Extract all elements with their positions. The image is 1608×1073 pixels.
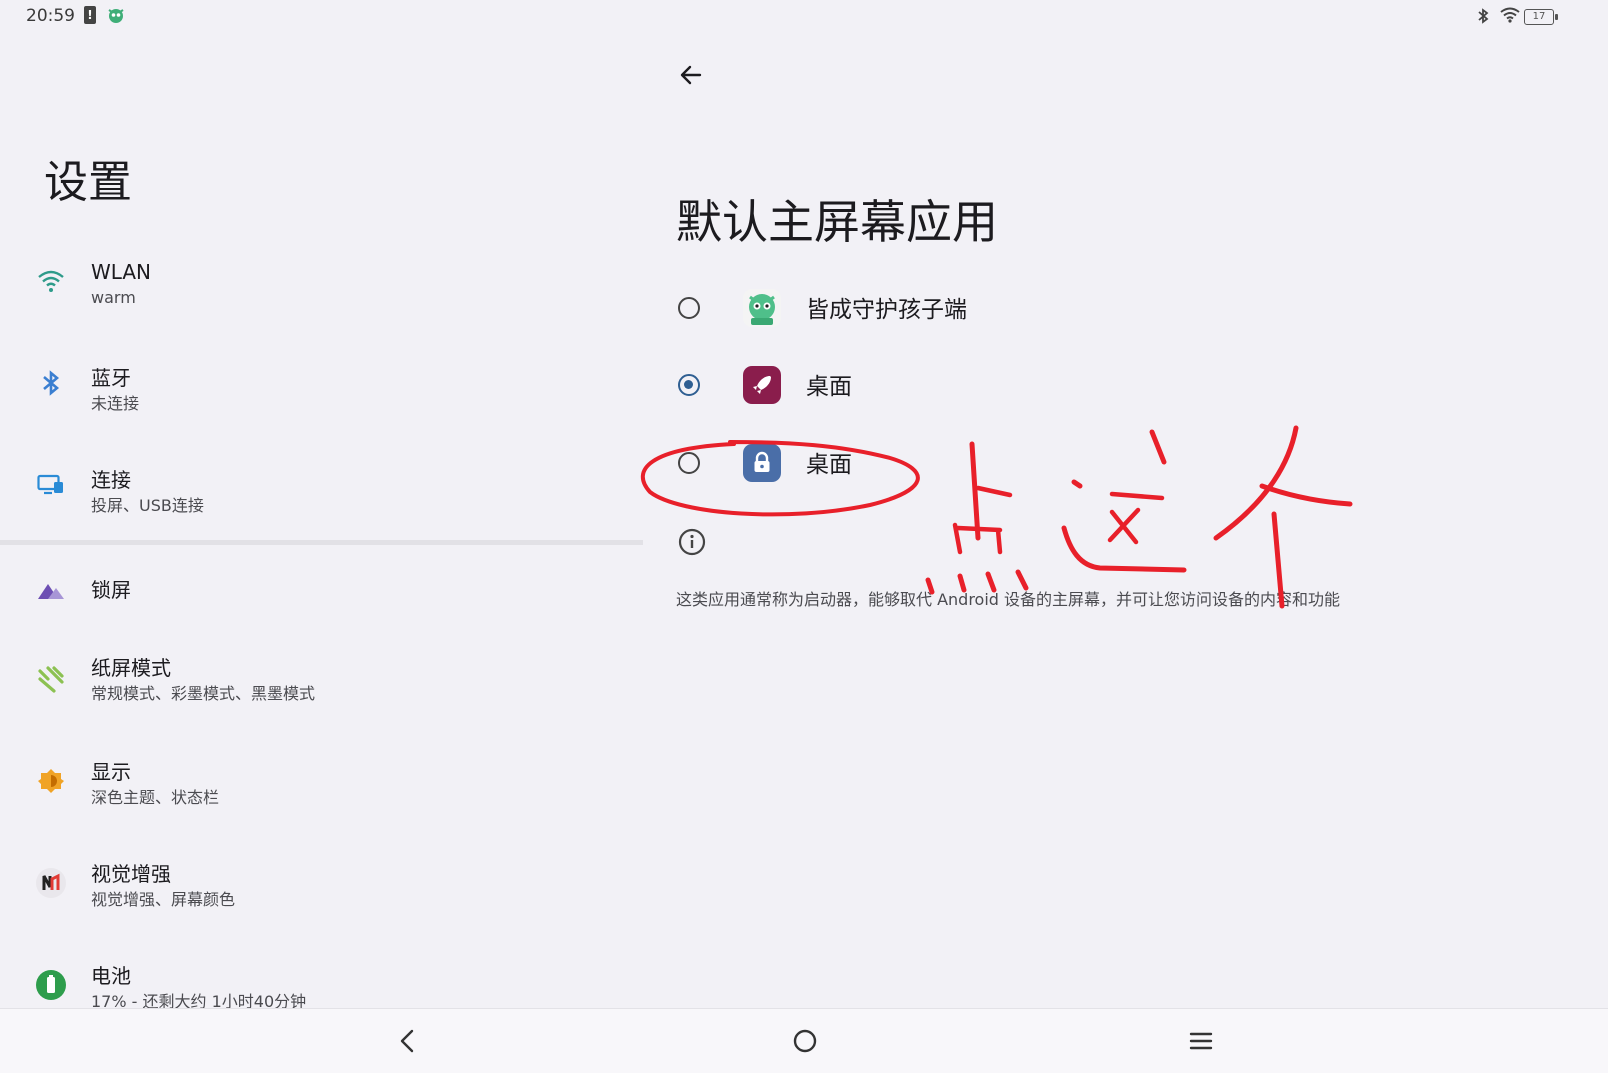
lock-launcher-icon <box>743 444 781 482</box>
radio-button[interactable] <box>678 452 700 474</box>
screen-cast-icon <box>34 468 68 502</box>
settings-title: 设置 <box>44 157 132 208</box>
sidebar-item-label: WLAN <box>91 260 152 284</box>
rocket-launcher-icon <box>743 366 781 404</box>
lock-screen-icon <box>34 574 68 608</box>
sidebar-item-sub: 投屏、USB连接 <box>91 496 204 515</box>
paper-mode-icon <box>34 662 68 696</box>
sidebar-item-sub: 常规模式、彩墨模式、黑墨模式 <box>91 684 316 703</box>
guardian-kid-app-icon <box>743 289 781 327</box>
bluetooth-icon <box>34 366 68 400</box>
info-icon <box>678 528 706 560</box>
sidebar-item-label: 蓝牙 <box>91 366 131 390</box>
sidebar-item-connection[interactable]: 连接 投屏、USB连接 <box>0 454 640 534</box>
back-arrow-icon[interactable] <box>678 62 704 92</box>
sidebar-item-sub: 未连接 <box>91 394 140 413</box>
info-description: 这类应用通常称为启动器，能够取代 Android 设备的主屏幕，并可让您访问设备… <box>676 590 1341 609</box>
sidebar-item-vision-enhance[interactable]: 视觉增强 视觉增强、屏幕颜色 <box>0 852 640 932</box>
status-bar: 20:59 ! 17 <box>0 0 1608 34</box>
section-divider <box>0 540 643 545</box>
launcher-option-desktop-rocket[interactable]: 桌面 <box>676 366 1376 434</box>
app-status-icon <box>106 6 126 28</box>
alert-icon: ! <box>84 6 96 24</box>
bluetooth-icon <box>1476 7 1490 29</box>
sidebar-item-label: 电池 <box>91 964 131 988</box>
sidebar-item-label: 纸屏模式 <box>91 656 171 680</box>
page-title: 默认主屏幕应用 <box>676 195 998 249</box>
navigation-bar <box>0 1008 1608 1073</box>
back-nav-icon[interactable] <box>396 1027 420 1059</box>
launcher-option-name: 桌面 <box>806 452 852 478</box>
sidebar-item-label: 视觉增强 <box>91 862 171 886</box>
display-icon <box>34 764 68 798</box>
wifi-icon <box>34 264 68 298</box>
sidebar-item-wlan[interactable]: WLAN warm <box>0 250 640 330</box>
radio-button[interactable] <box>678 297 700 319</box>
status-time: 20:59 <box>26 6 75 26</box>
sidebar-item-sub: 视觉增强、屏幕颜色 <box>91 890 236 909</box>
sidebar-item-display[interactable]: 显示 深色主题、状态栏 <box>0 750 640 830</box>
battery-icon: 17 <box>1524 9 1558 25</box>
sidebar-item-sub: 深色主题、状态栏 <box>91 788 220 807</box>
sidebar-item-label: 显示 <box>91 760 131 784</box>
vision-enhance-icon <box>34 866 68 900</box>
launcher-option-name: 皆成守护孩子端 <box>806 297 967 323</box>
launcher-option-name: 桌面 <box>806 374 852 400</box>
sidebar-item-sub: warm <box>91 288 136 307</box>
sidebar-item-battery[interactable]: 电池 17% - 还剩大约 1小时40分钟 <box>0 954 640 1008</box>
sidebar-item-sub: 17% - 还剩大约 1小时40分钟 <box>91 992 307 1008</box>
sidebar-item-bluetooth[interactable]: 蓝牙 未连接 <box>0 352 640 432</box>
sidebar-item-label: 锁屏 <box>91 578 131 602</box>
launcher-option-guardian[interactable]: 皆成守护孩子端 <box>676 289 1376 357</box>
radio-button-selected[interactable] <box>678 374 700 396</box>
sidebar-item-lock-screen[interactable]: 锁屏 <box>0 560 640 640</box>
sidebar-item-paper-mode[interactable]: 纸屏模式 常规模式、彩墨模式、黑墨模式 <box>0 648 640 728</box>
menu-nav-icon[interactable] <box>1188 1027 1214 1059</box>
sidebar-item-label: 连接 <box>91 468 131 492</box>
battery-icon <box>34 968 68 1002</box>
home-nav-icon[interactable] <box>792 1027 818 1059</box>
wifi-icon <box>1500 7 1520 27</box>
launcher-option-desktop-lock[interactable]: 桌面 <box>676 444 1376 512</box>
